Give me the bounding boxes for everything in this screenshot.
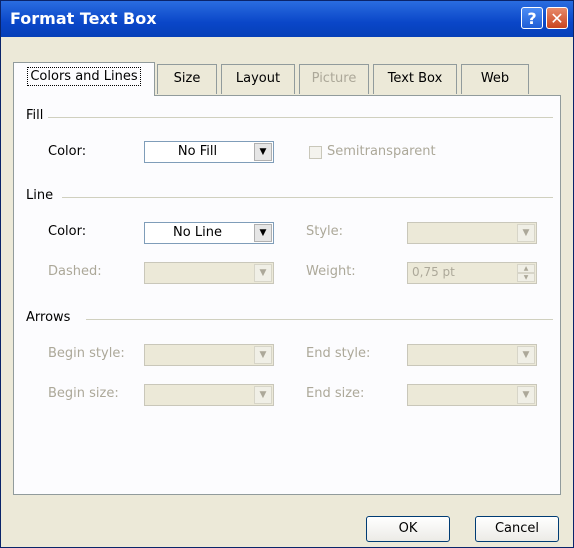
tab-size[interactable]: Size (157, 64, 217, 94)
tab-text-box[interactable]: Text Box (373, 64, 457, 94)
close-button[interactable]: ✕ (546, 7, 568, 29)
end-size-dropdown[interactable]: ▼ (407, 384, 537, 406)
chevron-down-icon[interactable]: ▼ (254, 346, 272, 364)
line-dashed-dropdown[interactable]: ▼ (144, 262, 274, 284)
line-weight-label: Weight: (306, 264, 356, 279)
line-divider (62, 197, 553, 198)
chevron-down-icon[interactable]: ▼ (254, 224, 272, 242)
chevron-down-icon[interactable]: ▼ (254, 143, 272, 161)
semitransparent-label: Semitransparent (327, 144, 436, 159)
help-button[interactable]: ? (521, 7, 543, 29)
fill-section-label: Fill (26, 108, 44, 123)
arrows-divider (86, 319, 553, 320)
fill-color-label: Color: (48, 144, 87, 159)
tab-picture-label: Picture (311, 71, 357, 86)
ok-button[interactable]: OK (366, 516, 450, 542)
fill-color-dropdown[interactable]: No Fill ▼ (144, 141, 274, 163)
end-style-dropdown[interactable]: ▼ (407, 344, 537, 366)
colors-and-lines-panel: Fill Color: No Fill ▼ Semitransparent Li… (13, 95, 561, 495)
tab-layout[interactable]: Layout (221, 64, 295, 94)
format-text-box-dialog: Format Text Box ? ✕ Colors and Lines Siz… (0, 0, 574, 548)
line-color-dropdown[interactable]: No Line ▼ (144, 222, 274, 244)
chevron-down-icon[interactable]: ▼ (254, 386, 272, 404)
chevron-down-icon[interactable]: ▼ (517, 346, 535, 364)
semitransparent-checkbox[interactable] (309, 146, 322, 159)
chevron-down-icon[interactable]: ▼ (254, 264, 272, 282)
tab-web[interactable]: Web (461, 64, 529, 94)
fill-divider (48, 117, 553, 118)
tab-picture[interactable]: Picture (299, 64, 369, 94)
chevron-down-icon[interactable]: ▼ (517, 386, 535, 404)
arrows-section-label: Arrows (26, 310, 71, 325)
spin-down-icon[interactable]: ▼ (517, 273, 535, 282)
end-style-label: End style: (306, 346, 371, 361)
tab-size-label: Size (173, 71, 201, 86)
line-color-label: Color: (48, 224, 87, 239)
line-style-label: Style: (306, 224, 344, 239)
tab-colors-and-lines-label: Colors and Lines (27, 67, 141, 86)
begin-size-dropdown[interactable]: ▼ (144, 384, 274, 406)
line-style-dropdown[interactable]: ▼ (407, 222, 537, 244)
fill-color-value: No Fill (177, 144, 218, 159)
tab-colors-and-lines[interactable]: Colors and Lines (13, 62, 155, 96)
line-weight-spinner[interactable]: 0,75 pt ▲ ▼ (407, 262, 537, 284)
title-bar[interactable]: Format Text Box ? ✕ (1, 1, 573, 37)
tab-layout-label: Layout (235, 71, 281, 86)
begin-size-label: Begin size: (48, 386, 119, 401)
tab-web-label: Web (480, 71, 510, 86)
line-weight-value: 0,75 pt (412, 265, 455, 279)
line-dashed-label: Dashed: (48, 264, 102, 279)
cancel-button[interactable]: Cancel (475, 516, 559, 542)
begin-style-label: Begin style: (48, 346, 125, 361)
dialog-title: Format Text Box (10, 9, 157, 28)
chevron-down-icon[interactable]: ▼ (517, 224, 535, 242)
line-section-label: Line (26, 188, 54, 203)
end-size-label: End size: (306, 386, 365, 401)
line-color-value: No Line (173, 225, 222, 240)
tab-text-box-label: Text Box (387, 71, 443, 86)
begin-style-dropdown[interactable]: ▼ (144, 344, 274, 366)
spin-up-icon[interactable]: ▲ (517, 264, 535, 273)
